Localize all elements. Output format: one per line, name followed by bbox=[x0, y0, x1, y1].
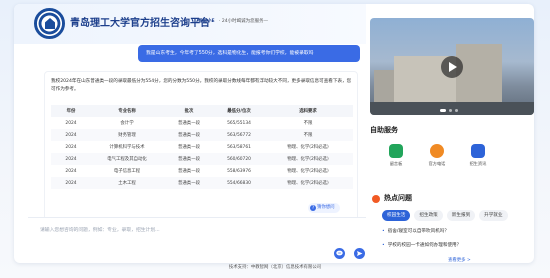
view-more-link[interactable]: 查看更多 > bbox=[448, 257, 471, 263]
table-cell: 物理、化学(2科必选) bbox=[287, 181, 329, 186]
table-cell: 电子信息工程 bbox=[113, 169, 141, 174]
table-cell: 不限 bbox=[303, 121, 313, 126]
service-official-phone[interactable]: 官方电话 bbox=[422, 144, 452, 167]
table-cell: 普通类一段 bbox=[178, 157, 200, 162]
play-icon[interactable] bbox=[441, 56, 463, 78]
main-window: 青岛理工大学官方招生咨询平台 智能小E · 24小时竭诚为您服务— 我是山东考生… bbox=[14, 4, 534, 263]
service-label: 招生资讯 bbox=[469, 161, 487, 166]
table-row: 2024 土木工程 普通类一段 554/66830 物理、化学(2科必选) bbox=[51, 177, 353, 189]
table-cell: 普通类一段 bbox=[178, 121, 200, 126]
service-admission-news[interactable]: 招生资讯 bbox=[463, 144, 493, 167]
table-header-cell: 年份 bbox=[66, 109, 76, 114]
table-cell: 2024 bbox=[65, 144, 77, 150]
table-cell: 560/60720 bbox=[227, 156, 251, 162]
table-header-cell: 专业名称 bbox=[118, 109, 136, 114]
table-cell: 普通类一段 bbox=[178, 169, 200, 174]
user-message: 我是山东考生，今年考了550分，选科是物化生，能报考你们学校，能被录取吗 bbox=[138, 45, 360, 62]
table-cell: 普通类一段 bbox=[178, 133, 200, 138]
self-service-title: 自助服务 bbox=[370, 126, 398, 134]
fire-icon bbox=[372, 195, 380, 203]
hot-questions-title: 热点问题 bbox=[384, 194, 412, 202]
chat-icon[interactable] bbox=[334, 248, 345, 259]
table-cell: 会计学 bbox=[120, 121, 134, 126]
tab-career[interactable]: 升学就业 bbox=[479, 210, 508, 221]
table-row: 2024 电气工程及其自动化 普通类一段 560/60720 物理、化学(2科必… bbox=[51, 153, 353, 165]
table-row: 2024 电子信息工程 普通类一段 558/63976 物理、化学(2科必选) bbox=[51, 165, 353, 177]
send-icon[interactable] bbox=[354, 248, 365, 259]
table-cell: 普通类一段 bbox=[178, 181, 200, 186]
table-cell: 2024 bbox=[65, 180, 77, 186]
table-cell: 2024 bbox=[65, 120, 77, 126]
table-cell: 565/55134 bbox=[227, 120, 251, 126]
table-cell: 563/56772 bbox=[227, 132, 251, 138]
table-cell: 554/66830 bbox=[227, 180, 251, 186]
table-cell: 物理、化学(2科必选) bbox=[287, 145, 329, 150]
table-cell: 2024 bbox=[65, 156, 77, 162]
hot-question-item[interactable]: 学校的校园一卡通如何办理和使用？ bbox=[382, 242, 462, 248]
table-cell: 558/63976 bbox=[227, 168, 251, 174]
table-cell: 土木工程 bbox=[118, 181, 136, 186]
chat-area[interactable]: 我是山东考生，今年考了550分，选科是物化生，能报考你们学校，能被录取吗 我校2… bbox=[14, 44, 366, 219]
guess-questions-button[interactable]: ? 猜你想问 bbox=[308, 203, 340, 213]
service-message-board[interactable]: 留言板 bbox=[381, 144, 411, 167]
table-cell: 普通类一段 bbox=[178, 145, 200, 150]
table-header-cell: 选科要求 bbox=[299, 109, 317, 114]
hot-question-item[interactable]: 宿舍/寝室可以自带吹风机吗？ bbox=[382, 228, 449, 234]
campus-video[interactable] bbox=[370, 18, 534, 115]
news-icon bbox=[471, 144, 485, 158]
table-cell: 物理、化学(2科必选) bbox=[287, 157, 329, 162]
table-cell: 物理、化学(2科必选) bbox=[287, 169, 329, 174]
message-board-icon bbox=[389, 144, 403, 158]
admission-table: 年份 专业名称 批次 最低分/位次 选科要求 2024 会计学 普通类一段 56… bbox=[51, 105, 353, 189]
message-input-area[interactable]: 请输入您想咨询的问题，例如：专业，录取，招生计划... bbox=[28, 217, 366, 263]
table-header-row: 年份 专业名称 批次 最低分/位次 选科要求 bbox=[51, 105, 353, 117]
header-slogan: · 24小时竭诚为您服务— bbox=[219, 19, 269, 24]
footer: 技术支持：中教智网（北京）信息技术有限公司 bbox=[228, 265, 322, 270]
table-cell: 电气工程及其自动化 bbox=[107, 157, 147, 162]
table-cell: 计算机科学与技术 bbox=[109, 145, 145, 150]
table-cell: 2024 bbox=[65, 168, 77, 174]
hot-tabs: 校园生活 招生政策 新生报到 升学就业 bbox=[382, 210, 508, 221]
tab-campus-life[interactable]: 校园生活 bbox=[382, 210, 411, 221]
guess-questions-label: 猜你想问 bbox=[317, 205, 335, 210]
carousel-dots[interactable] bbox=[440, 109, 458, 112]
table-header-cell: 批次 bbox=[184, 109, 194, 114]
header: 青岛理工大学官方招生咨询平台 智能小E · 24小时竭诚为您服务— bbox=[14, 4, 366, 44]
phone-icon bbox=[430, 144, 444, 158]
table-cell: 2024 bbox=[65, 132, 77, 138]
service-label: 官方电话 bbox=[428, 161, 446, 166]
table-row: 2024 财务管理 普通类一段 563/56772 不限 bbox=[51, 129, 353, 141]
table-cell: 财务管理 bbox=[118, 133, 136, 138]
table-cell: 不限 bbox=[303, 133, 313, 138]
service-label: 留言板 bbox=[389, 161, 403, 166]
table-cell: 563/58761 bbox=[227, 144, 251, 150]
table-header-cell: 最低分/位次 bbox=[227, 109, 251, 114]
question-icon: ? bbox=[310, 205, 316, 211]
table-row: 2024 会计学 普通类一段 565/55134 不限 bbox=[51, 117, 353, 129]
university-logo bbox=[34, 8, 65, 39]
message-input[interactable]: 请输入您想咨询的问题，例如：专业，录取，招生计划... bbox=[40, 226, 160, 233]
tab-admission-policy[interactable]: 招生政策 bbox=[414, 210, 443, 221]
assistant-brand: 智能小E bbox=[198, 19, 215, 24]
bot-message: 我校2024年在山东普通类一段的录取最低分为554分，您的分数为550分。我校的… bbox=[44, 71, 358, 219]
table-row: 2024 计算机科学与技术 普通类一段 563/58761 物理、化学(2科必选… bbox=[51, 141, 353, 153]
tab-new-student[interactable]: 新生报到 bbox=[446, 210, 476, 221]
bot-message-text: 我校2024年在山东普通类一段的录取最低分为554分，您的分数为550分。我校的… bbox=[51, 79, 352, 92]
page-title: 青岛理工大学官方招生咨询平台 bbox=[70, 18, 210, 29]
